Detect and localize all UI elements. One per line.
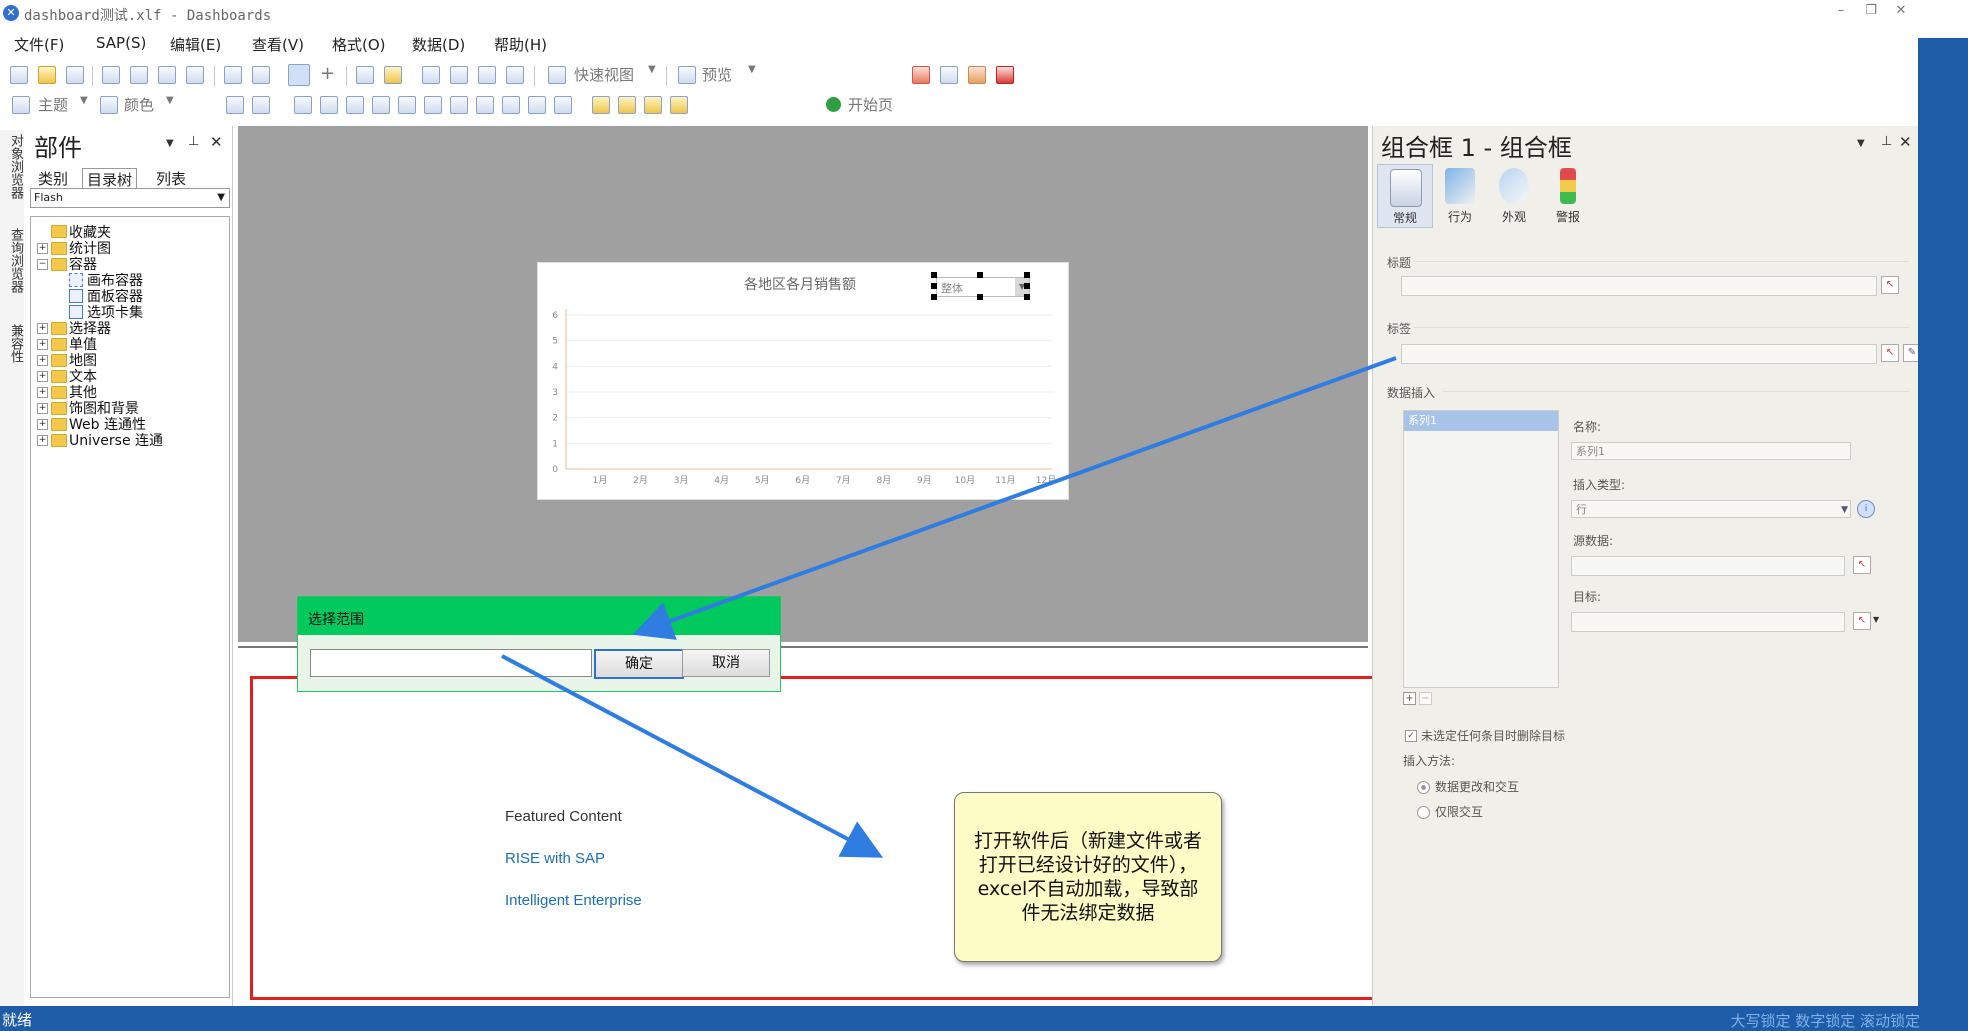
right-edge-bar [1918,38,1968,1031]
status-bar: 就绪 大写锁定 数字锁定 滚动锁定 [0,1006,1968,1031]
arrow-to-dialog [632,356,1397,640]
app-window: ✕ dashboard测试.xlf - Dashboards – ❐ ✕ 文件(… [0,0,1921,1031]
arrow-overlay [501,356,1397,858]
arrow-to-note [501,654,884,858]
status-text: 就绪 [2,1011,33,1029]
lock-indicators: 大写锁定 数字锁定 滚动锁定 [1730,1012,1920,1030]
